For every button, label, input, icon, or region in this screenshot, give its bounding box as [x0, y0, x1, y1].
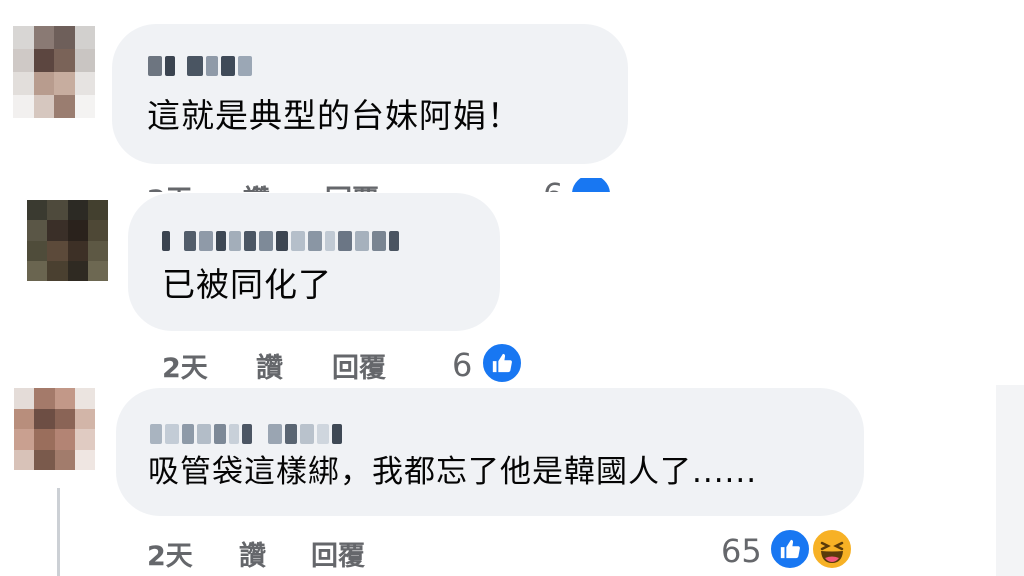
- like-icon: [480, 341, 524, 385]
- reply-link[interactable]: 回覆: [311, 534, 365, 573]
- like-icon: [768, 527, 812, 571]
- comment-time[interactable]: 2天: [162, 346, 208, 385]
- reaction-count[interactable]: 6: [543, 178, 563, 192]
- comment-text: 吸管袋這樣綁，我都忘了他是韓國人了......: [148, 454, 758, 490]
- comment-bubble: [112, 24, 628, 164]
- reaction-count[interactable]: 6: [452, 346, 472, 384]
- comment-actions: 2天 讚 回覆: [147, 534, 447, 574]
- like-link[interactable]: 讚: [243, 178, 270, 192]
- comment-text: 這就是典型的台妹阿娟！: [147, 96, 521, 135]
- comment-actions: 2天 讚 回覆: [162, 346, 462, 386]
- like-link[interactable]: 讚: [256, 346, 283, 385]
- like-icon: [569, 178, 613, 192]
- reply-link[interactable]: 回覆: [325, 178, 379, 192]
- commenter-name-blurred[interactable]: [150, 424, 342, 444]
- avatar[interactable]: [27, 200, 108, 281]
- reaction-count[interactable]: 65: [721, 532, 762, 570]
- commenter-name-blurred[interactable]: [162, 231, 399, 251]
- haha-icon: [810, 527, 854, 571]
- comment-meta-clipped: 2天 讚 回覆 6: [0, 178, 640, 192]
- like-link[interactable]: 讚: [239, 534, 266, 573]
- commenter-name-blurred[interactable]: [148, 56, 252, 76]
- avatar[interactable]: [14, 388, 95, 470]
- comment-bubble: [128, 193, 500, 331]
- scroll-gutter: [996, 385, 1024, 576]
- reply-link[interactable]: 回覆: [332, 346, 386, 385]
- comment-time[interactable]: 2天: [147, 534, 193, 573]
- comment-time[interactable]: 2天: [147, 178, 193, 192]
- comment-text: 已被同化了: [162, 265, 332, 304]
- reply-thread-line: [57, 488, 60, 576]
- avatar[interactable]: [13, 26, 95, 118]
